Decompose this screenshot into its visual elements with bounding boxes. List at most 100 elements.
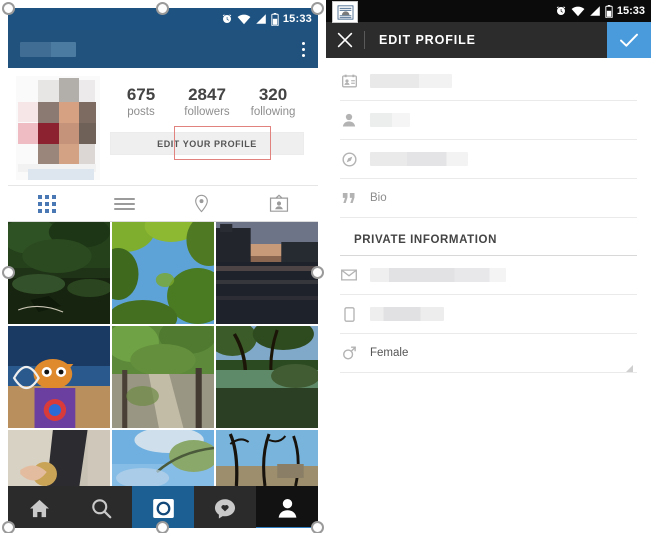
nav-home[interactable] bbox=[8, 486, 70, 528]
photo-river-dusk[interactable] bbox=[216, 222, 318, 324]
battery-icon bbox=[605, 4, 613, 18]
profile-view-tabs bbox=[8, 186, 318, 222]
profile-stats: 675 posts 2847 followers 320 following bbox=[104, 76, 310, 122]
id-card-icon bbox=[340, 74, 358, 88]
person-icon bbox=[278, 499, 296, 518]
instagram-profile-screenshot: 15:33 675 posts 2847 followers 320 follo… bbox=[8, 8, 318, 528]
close-button[interactable] bbox=[326, 32, 364, 48]
phone-icon bbox=[340, 306, 358, 322]
profile-stats-and-actions: 675 posts 2847 followers 320 following E… bbox=[100, 76, 310, 179]
signal-icon bbox=[255, 13, 267, 25]
image-resize-handle-middle-right[interactable] bbox=[311, 266, 324, 279]
article-notification-icon bbox=[332, 1, 358, 23]
posts-count: 675 bbox=[126, 85, 156, 104]
photo-path-trees[interactable] bbox=[112, 326, 214, 428]
photo-sky-canopy[interactable] bbox=[112, 222, 214, 324]
website-field[interactable] bbox=[340, 140, 637, 179]
image-resize-handle-middle-left[interactable] bbox=[2, 266, 15, 279]
edit-profile-screenshot: 15:33 EDIT PROFILE Bio PRIVATE INFORMATI… bbox=[326, 0, 651, 533]
followers-label: followers bbox=[184, 106, 230, 119]
envelope-icon bbox=[340, 269, 358, 281]
nav-activity[interactable] bbox=[194, 486, 256, 528]
gender-field[interactable]: Female bbox=[340, 334, 637, 373]
following-label: following bbox=[250, 106, 296, 119]
edit-profile-app-bar: EDIT PROFILE bbox=[326, 22, 651, 58]
photo-riverbank-trees[interactable] bbox=[216, 326, 318, 428]
battery-icon bbox=[271, 12, 279, 26]
edit-profile-form: Bio PRIVATE INFORMATION Female bbox=[326, 58, 651, 373]
close-icon bbox=[337, 32, 353, 48]
overflow-menu-icon[interactable] bbox=[299, 38, 308, 61]
page-title: EDIT PROFILE bbox=[379, 33, 476, 47]
private-information-section: PRIVATE INFORMATION bbox=[340, 218, 637, 256]
confirm-button[interactable] bbox=[607, 22, 651, 58]
alarm-clock-icon bbox=[555, 5, 567, 17]
email-field[interactable] bbox=[340, 256, 637, 295]
wifi-icon bbox=[237, 13, 251, 25]
location-pin-icon bbox=[195, 194, 209, 213]
photo-canal-trees[interactable] bbox=[8, 222, 110, 324]
photo-blossom-sky[interactable] bbox=[112, 430, 214, 486]
photos-of-you-icon bbox=[270, 194, 289, 212]
username-field[interactable] bbox=[340, 101, 637, 140]
photo-bare-trees[interactable] bbox=[216, 430, 318, 486]
name-value-redacted bbox=[370, 74, 452, 88]
camera-icon bbox=[152, 498, 174, 518]
avatar[interactable] bbox=[16, 76, 100, 180]
alarm-clock-icon bbox=[221, 13, 233, 25]
photo-grid bbox=[8, 222, 318, 486]
username-value-redacted bbox=[370, 113, 410, 127]
signal-icon bbox=[589, 5, 601, 17]
bio-field[interactable]: Bio bbox=[340, 179, 637, 218]
phone-field[interactable] bbox=[340, 295, 637, 334]
resize-grip-icon[interactable] bbox=[626, 365, 633, 372]
home-icon bbox=[29, 499, 49, 517]
instagram-app-bar bbox=[8, 30, 318, 68]
stat-posts[interactable]: 675 posts bbox=[108, 84, 174, 120]
following-count: 320 bbox=[258, 85, 288, 104]
check-icon bbox=[620, 33, 638, 47]
photo-hand-coin[interactable] bbox=[8, 430, 110, 486]
search-icon bbox=[91, 498, 111, 518]
bio-placeholder: Bio bbox=[370, 192, 387, 204]
profile-header: 675 posts 2847 followers 320 following E… bbox=[8, 68, 318, 186]
activity-heart-icon bbox=[214, 498, 236, 518]
right-status-bar: 15:33 bbox=[326, 0, 651, 23]
edit-profile-area: EDIT YOUR PROFILE bbox=[110, 126, 304, 161]
image-resize-handle-top-left[interactable] bbox=[2, 2, 15, 15]
image-resize-handle-top-center[interactable] bbox=[156, 2, 169, 15]
right-status-time: 15:33 bbox=[616, 5, 645, 17]
nav-search[interactable] bbox=[70, 486, 132, 528]
quote-icon bbox=[340, 192, 358, 204]
name-field[interactable] bbox=[340, 62, 637, 101]
private-information-heading: PRIVATE INFORMATION bbox=[340, 218, 637, 256]
image-resize-handle-bottom-left[interactable] bbox=[2, 521, 15, 533]
stat-following[interactable]: 320 following bbox=[240, 84, 306, 120]
gender-icon bbox=[340, 345, 358, 361]
screenshot-canvas: 15:33 675 posts 2847 followers 320 follo… bbox=[0, 0, 651, 533]
edit-your-profile-button[interactable]: EDIT YOUR PROFILE bbox=[110, 132, 304, 156]
website-value-redacted bbox=[370, 152, 468, 166]
sidebar-item-map-view-tab[interactable] bbox=[163, 194, 241, 213]
photo-fox-figure[interactable] bbox=[8, 326, 110, 428]
gender-value: Female bbox=[370, 347, 409, 359]
email-value-redacted bbox=[370, 268, 506, 282]
followers-count: 2847 bbox=[188, 85, 226, 104]
posts-label: posts bbox=[127, 106, 155, 119]
sidebar-item-tagged-view-tab[interactable] bbox=[241, 194, 319, 213]
person-icon bbox=[340, 113, 358, 127]
left-status-time: 15:33 bbox=[282, 13, 312, 25]
sidebar-item-grid-view-tab[interactable] bbox=[8, 194, 86, 213]
list-icon bbox=[113, 197, 135, 210]
grid-icon bbox=[37, 194, 56, 213]
app-bar-username-redacted bbox=[20, 41, 76, 57]
sidebar-item-list-view-tab[interactable] bbox=[86, 197, 164, 210]
image-resize-handle-bottom-center[interactable] bbox=[156, 521, 169, 533]
nav-profile[interactable] bbox=[256, 486, 318, 528]
compass-icon bbox=[340, 151, 358, 167]
image-resize-handle-bottom-right[interactable] bbox=[311, 521, 324, 533]
wifi-icon bbox=[571, 5, 585, 17]
phone-value-redacted bbox=[370, 307, 444, 321]
stat-followers[interactable]: 2847 followers bbox=[174, 84, 240, 120]
image-resize-handle-top-right[interactable] bbox=[311, 2, 324, 15]
